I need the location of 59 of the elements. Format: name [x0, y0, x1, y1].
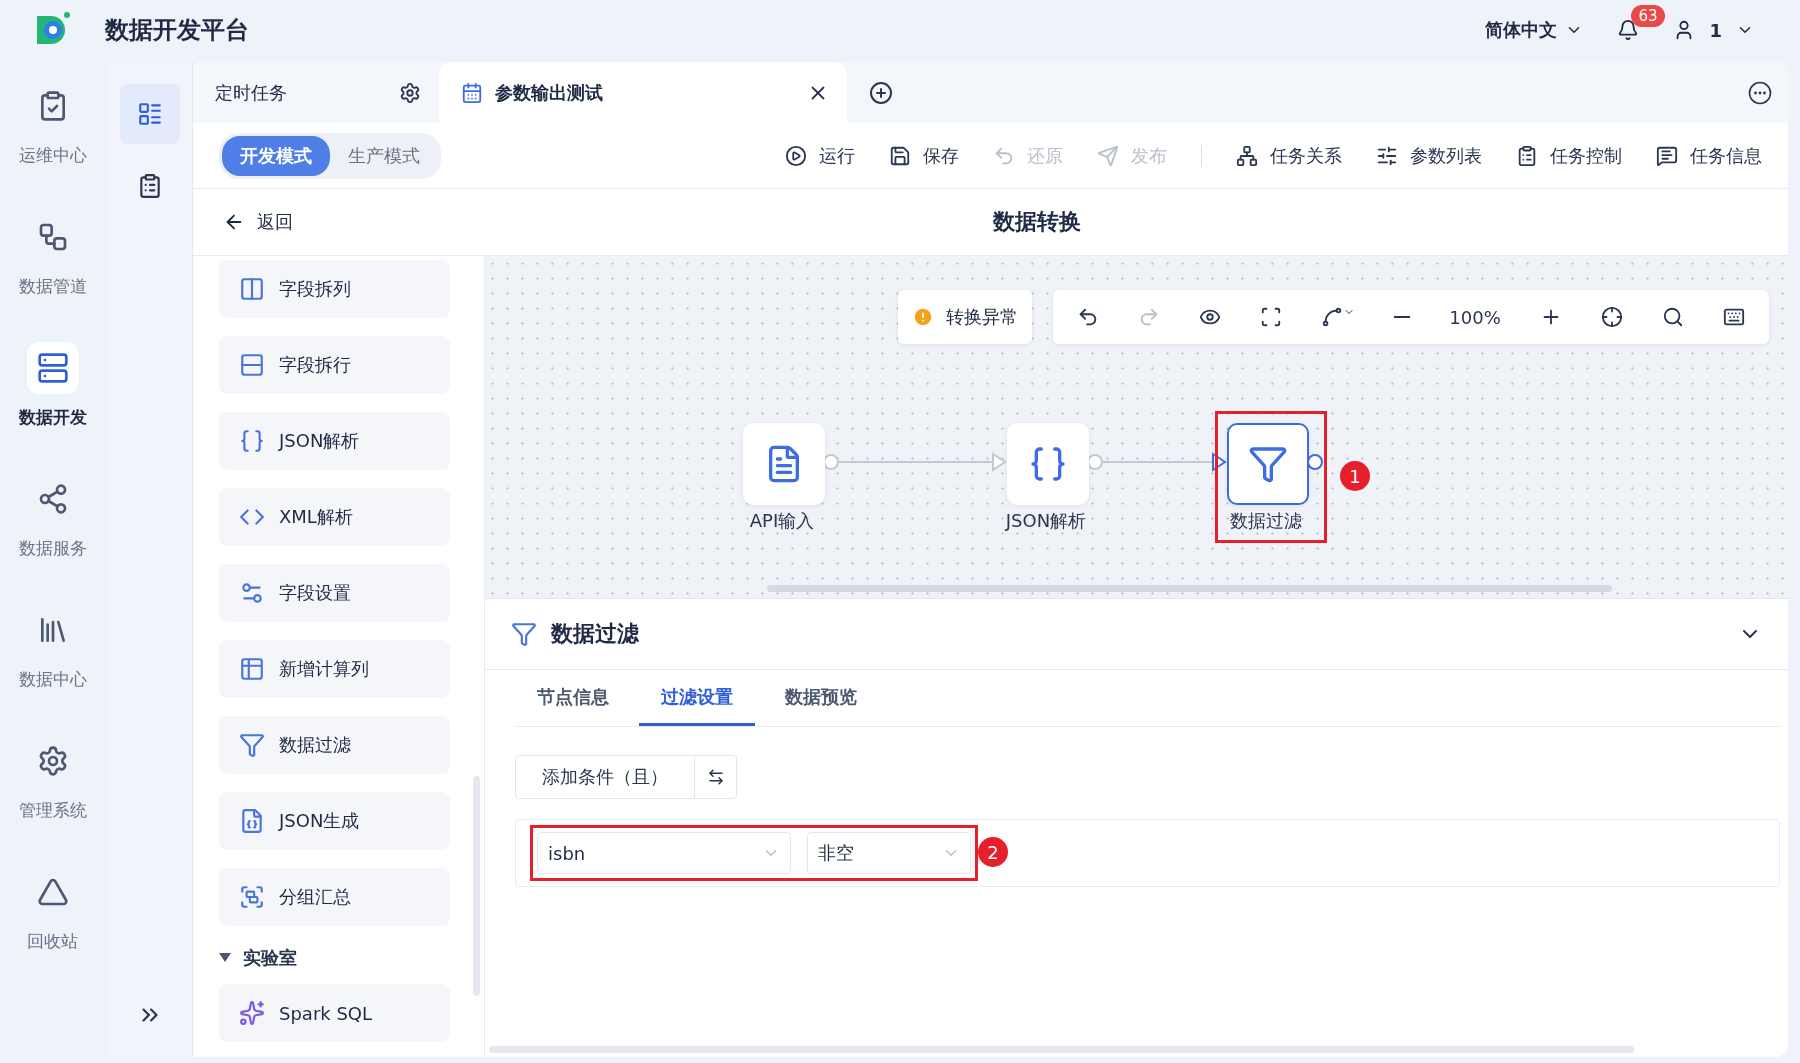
palette-item[interactable]: 数据过滤 — [219, 716, 450, 774]
field-select[interactable]: isbn — [537, 832, 791, 874]
nav-item[interactable]: 数据服务 — [0, 473, 105, 604]
palette-label: 数据过滤 — [279, 733, 351, 757]
notification-count: 63 — [1631, 5, 1665, 27]
toolbar-button[interactable]: 保存 — [889, 143, 959, 168]
palette-item[interactable]: 字段拆列 — [219, 260, 450, 318]
palette-item[interactable]: XML解析 — [219, 488, 450, 546]
palette-item[interactable]: 字段拆行 — [219, 336, 450, 394]
nav-item[interactable]: 数据中心 — [0, 604, 105, 735]
palette-label: 字段设置 — [279, 581, 351, 605]
tab[interactable]: 过滤设置 — [639, 670, 755, 726]
tab[interactable]: 节点信息 — [515, 670, 631, 726]
callout-number: 1 — [1340, 461, 1370, 491]
tab[interactable]: 数据预览 — [763, 670, 879, 726]
toolbar-button[interactable]: 参数列表 — [1376, 143, 1482, 168]
status-text: 转换异常 — [946, 305, 1018, 329]
palette-item[interactable]: 新增计算列 — [219, 640, 450, 698]
toolbar-button[interactable]: 任务控制 — [1516, 143, 1622, 168]
palette-label: XML解析 — [279, 505, 353, 529]
palette-item[interactable]: Spark SQL — [219, 984, 450, 1042]
node-label: JSON解析 — [1003, 509, 1088, 533]
toolbar-button[interactable]: 运行 — [785, 143, 855, 168]
tab[interactable]: 参数输出测试 — [439, 62, 847, 123]
section-header[interactable]: 实验室 — [219, 946, 450, 970]
panel-title: 数据过滤 — [551, 620, 640, 648]
palette-label: 新增计算列 — [279, 657, 369, 681]
mode-option[interactable]: 生产模式 — [330, 135, 438, 176]
operator-select[interactable]: 非空 — [807, 832, 971, 874]
nav-item[interactable]: 数据管道 — [0, 211, 105, 342]
app-title: 数据开发平台 — [105, 15, 249, 46]
nav-item[interactable]: 运维中心 — [0, 80, 105, 211]
palette-label: Spark SQL — [279, 1002, 373, 1024]
callout-number: 2 — [978, 837, 1008, 867]
palette-label: 字段拆列 — [279, 277, 351, 301]
nav-item[interactable]: 管理系统 — [0, 735, 105, 866]
palette-label: 字段拆行 — [279, 353, 351, 377]
palette-item[interactable]: JSON生成 — [219, 792, 450, 850]
page-title: 数据转换 — [993, 208, 1081, 236]
toolbar-button[interactable]: 任务关系 — [1236, 143, 1342, 168]
tab[interactable]: 定时任务 — [193, 62, 439, 123]
user-menu[interactable]: 1 — [1667, 18, 1760, 42]
palette-label: JSON生成 — [279, 809, 360, 833]
add-condition-button[interactable]: 添加条件（且） — [515, 755, 695, 799]
toolbar-button[interactable]: 任务信息 — [1656, 143, 1762, 168]
language-select[interactable]: 简体中文 — [1479, 17, 1590, 43]
status-pill[interactable]: 转换异常 — [898, 290, 1032, 344]
back-link[interactable]: 返回 — [223, 210, 293, 234]
node-label: 数据过滤 — [1229, 509, 1303, 533]
palette-item[interactable]: JSON解析 — [219, 412, 450, 470]
mode-option[interactable]: 开发模式 — [222, 135, 330, 176]
palette-item[interactable]: 字段设置 — [219, 564, 450, 622]
palette-item[interactable]: 分组汇总 — [219, 868, 450, 926]
node-label: API输入 — [748, 509, 816, 533]
zoom-level: 100% — [1449, 306, 1501, 328]
palette-label: JSON解析 — [279, 429, 360, 453]
nav-item[interactable]: 回收站 — [0, 866, 105, 997]
nav-item[interactable]: 数据开发 — [0, 342, 105, 473]
palette-label: 分组汇总 — [279, 885, 351, 909]
